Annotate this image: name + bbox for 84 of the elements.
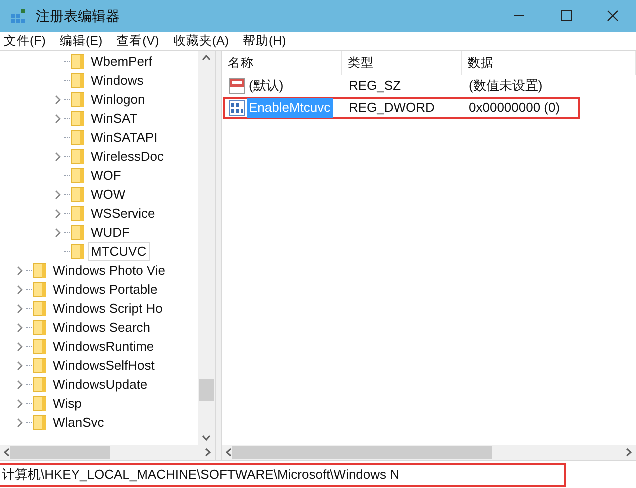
value-row[interactable]: (默认) REG_SZ (数值未设置) [223, 75, 580, 97]
folder-icon [33, 262, 47, 278]
chevron-icon[interactable] [16, 418, 24, 428]
chevron-icon[interactable] [54, 228, 62, 238]
binary-value-icon [229, 100, 245, 116]
folder-icon [33, 376, 47, 392]
folder-icon [33, 300, 47, 316]
folder-icon [71, 244, 85, 260]
tree-item[interactable]: WbemPerf [88, 52, 156, 71]
value-data: (数值未设置) [468, 77, 543, 96]
chevron-icon[interactable] [16, 304, 24, 314]
chevron-icon[interactable] [16, 266, 24, 276]
horizontal-scrollbar[interactable] [0, 445, 215, 460]
folder-icon [71, 92, 85, 108]
value-name: (默认) [248, 77, 285, 96]
tree-item[interactable]: WSService [88, 204, 158, 223]
chevron-icon[interactable] [16, 284, 24, 294]
folder-icon [71, 168, 85, 184]
folder-icon [71, 130, 85, 146]
column-header[interactable]: 类型 [342, 51, 462, 75]
value-type: REG_SZ [348, 77, 402, 96]
folder-icon [33, 414, 47, 430]
registry-icon [10, 7, 28, 25]
chevron-icon[interactable] [54, 114, 62, 124]
folder-icon [33, 282, 47, 298]
folder-icon [71, 72, 85, 88]
chevron-icon[interactable] [16, 322, 24, 332]
tree-item[interactable]: WUDF [88, 223, 133, 242]
tree-item[interactable]: Wisp [50, 394, 85, 413]
chevron-icon[interactable] [16, 398, 24, 408]
tree-item[interactable]: Windows Portable [50, 280, 161, 299]
column-header[interactable]: 数据 [462, 51, 636, 75]
scroll-thumb[interactable] [232, 446, 492, 459]
close-icon[interactable] [607, 10, 619, 22]
tree-item[interactable]: Winlogon [88, 90, 148, 109]
folder-icon [71, 54, 85, 70]
tree-item[interactable]: WindowsRuntime [50, 337, 158, 356]
chevron-icon[interactable] [16, 380, 24, 390]
tree-item[interactable]: WindowsUpdate [50, 375, 151, 394]
tree-item[interactable]: Windows Search [50, 318, 154, 337]
column-header[interactable]: 名称 [222, 51, 342, 75]
tree-item[interactable]: WinSAT [88, 109, 141, 128]
tree-item[interactable]: Windows Photo Vie [50, 261, 168, 280]
folder-icon [71, 206, 85, 222]
window-title: 注册表编辑器 [36, 6, 120, 26]
tree-item[interactable]: WinSATAPI [88, 128, 161, 147]
menu-item[interactable]: 收藏夹(A) [173, 32, 229, 50]
folder-icon [33, 396, 47, 412]
status-path: 计算机\HKEY_LOCAL_MACHINE\SOFTWARE\Microsoft\Windows N [2, 466, 400, 484]
menu-item[interactable]: 查看(V) [116, 32, 160, 50]
chevron-icon[interactable] [54, 208, 62, 218]
folder-icon [71, 224, 85, 240]
tree-item[interactable]: Windows Script Ho [50, 299, 166, 318]
folder-icon [71, 148, 85, 164]
chevron-icon[interactable] [54, 190, 62, 200]
folder-icon [33, 358, 47, 374]
string-value-icon [229, 78, 245, 94]
value-row[interactable]: EnableMtcuvc REG_DWORD 0x00000000 (0) [223, 97, 580, 119]
tree-item[interactable]: WOW [88, 185, 129, 204]
folder-icon [71, 110, 85, 126]
menu-item[interactable]: 文件(F) [4, 32, 46, 50]
tree-item[interactable]: WindowsSelfHost [50, 356, 158, 375]
tree-item[interactable]: MTCUVC [88, 242, 150, 261]
scroll-thumb[interactable] [10, 446, 110, 459]
folder-icon [33, 320, 47, 336]
chevron-icon[interactable] [54, 152, 62, 162]
horizontal-scrollbar[interactable] [222, 445, 636, 460]
value-type: REG_DWORD [348, 99, 436, 118]
tree-item[interactable]: Windows [88, 71, 147, 90]
menu-item[interactable]: 编辑(E) [60, 32, 103, 50]
chevron-icon[interactable] [16, 342, 24, 352]
tree-item[interactable]: WlanSvc [50, 413, 108, 432]
folder-icon [71, 186, 85, 202]
scroll-thumb[interactable] [199, 379, 214, 401]
vertical-scrollbar[interactable] [198, 51, 215, 445]
chevron-icon[interactable] [16, 360, 24, 370]
value-name: EnableMtcuvc [247, 98, 333, 118]
maximize-icon[interactable] [561, 10, 573, 22]
chevron-icon[interactable] [54, 94, 62, 104]
folder-icon [33, 338, 47, 354]
tree-item[interactable]: WirelessDoc [88, 147, 167, 166]
menu-item[interactable]: 帮助(H) [242, 32, 286, 50]
tree-item[interactable]: WOF [88, 166, 124, 185]
value-data: 0x00000000 (0) [468, 99, 560, 118]
